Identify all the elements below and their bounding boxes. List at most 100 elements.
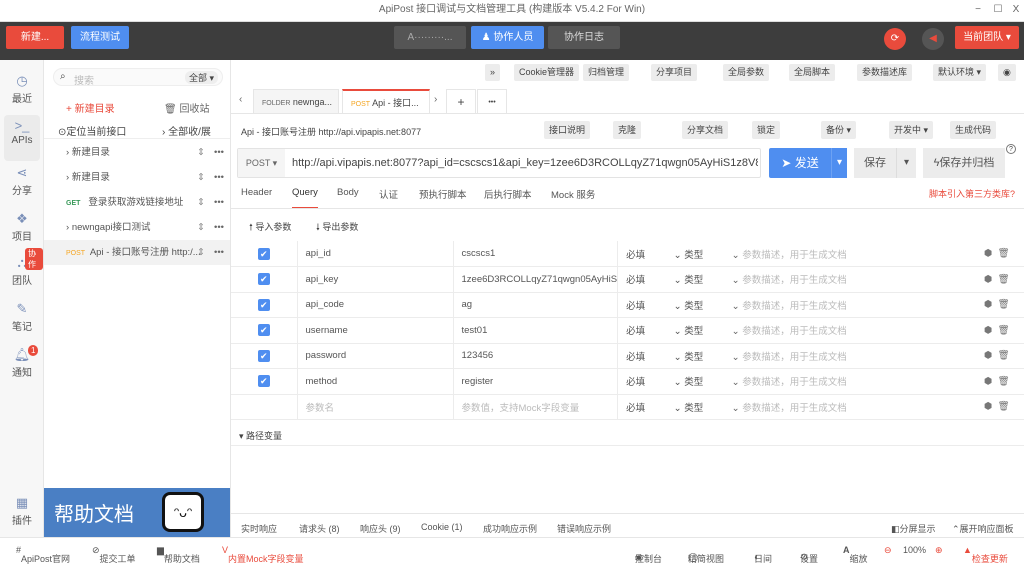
required-select[interactable]: 必填 xyxy=(617,317,674,344)
export-params-button[interactable]: 🠗 导出参数 xyxy=(316,220,358,236)
required-select[interactable]: 必填 xyxy=(617,343,674,369)
more-icon[interactable]: ••• xyxy=(214,165,224,190)
save-archive-button[interactable]: ϟ保存并归档 xyxy=(923,148,1005,178)
split-view-button[interactable]: ◧分屏显示 xyxy=(891,522,936,535)
nav-plugins[interactable]: ▦ 插件 xyxy=(4,492,40,538)
generate-code-button[interactable]: 生成代码 xyxy=(950,121,997,139)
type-select[interactable]: ⌄ 类型 xyxy=(673,317,732,344)
tab-query[interactable]: Query xyxy=(292,187,318,209)
save-button[interactable]: 保存 xyxy=(854,148,896,178)
param-name-input[interactable]: api_id xyxy=(297,241,454,267)
maximize-button[interactable]: ☐ xyxy=(988,0,1008,20)
resp-tab-error-example[interactable]: 错误响应示例 xyxy=(557,522,611,535)
tree-folder[interactable]: › 新建目录 ⇕ ••• xyxy=(44,165,230,190)
tree-folder[interactable]: › newngapi接口测试 ⇕ ••• xyxy=(44,215,230,240)
required-select[interactable]: 必填 xyxy=(617,394,674,420)
param-value-input[interactable]: 1zee6D3RCOLLqyZ71qwgn05AyHiS xyxy=(453,266,619,293)
cookie-manager-button[interactable]: Cookie管理器 xyxy=(514,64,580,81)
trash-icon[interactable]: 🗑︎ xyxy=(998,248,1010,259)
docs-link[interactable]: ▆ 帮助文档 xyxy=(157,545,200,564)
param-name-input[interactable]: api_key xyxy=(297,266,454,293)
import-params-button[interactable]: 🠕 导入参数 xyxy=(249,220,291,236)
param-desc-input[interactable]: ⌄ 参数描述，用于生成文档 xyxy=(731,368,984,395)
flow-test-button[interactable]: 流程测试 xyxy=(71,26,129,49)
add-tab-button[interactable]: + xyxy=(446,89,476,114)
tab-folder[interactable]: FOLDER newnga... xyxy=(253,89,339,114)
resp-tab-live[interactable]: 实时响应 xyxy=(241,522,277,535)
enable-checkbox[interactable]: ✔ xyxy=(257,324,270,337)
third-party-lib-link[interactable]: 脚本引入第三方类库? xyxy=(929,187,1015,200)
lock-button[interactable]: 锁定 xyxy=(752,121,781,139)
trash-icon[interactable]: 🗑︎ xyxy=(998,325,1010,336)
tree-api-active[interactable]: POST Api - 接口账号注册 http:/... ⇕ ••• xyxy=(44,240,230,265)
required-select[interactable]: 必填 xyxy=(617,368,674,395)
ticket-link[interactable]: ⊘ 提交工单 xyxy=(92,545,136,564)
param-name-input[interactable]: method xyxy=(297,368,454,395)
minimize-button[interactable]: − xyxy=(968,0,988,20)
search-input[interactable]: 搜索 xyxy=(74,72,94,87)
type-select[interactable]: ⌄ 类型 xyxy=(673,241,732,267)
param-desc-input[interactable]: ⌄ 参数描述，用于生成文档 xyxy=(731,343,984,369)
param-value-input[interactable]: ag xyxy=(453,292,619,318)
nav-share[interactable]: ⋖ 分享 xyxy=(4,162,40,208)
recycle-bin-button[interactable]: 🗑︎ 回收站 xyxy=(164,100,209,115)
tab-mock[interactable]: Mock 服务 xyxy=(551,187,595,201)
more-icon[interactable]: ••• xyxy=(214,215,224,240)
path-vars-toggle[interactable]: ▾ 路径变量 xyxy=(239,429,282,442)
type-select[interactable]: ⌄ 类型 xyxy=(673,266,732,293)
trash-icon[interactable]: 🗑︎ xyxy=(998,350,1010,361)
method-dropdown[interactable]: POST ▾ xyxy=(238,149,285,177)
send-button[interactable]: ➤ 发送 xyxy=(769,148,831,178)
zoom-in-button[interactable]: ⊕ xyxy=(935,545,943,556)
sort-icon[interactable]: ⇕ xyxy=(197,190,205,215)
tab-more-button[interactable]: ••• xyxy=(477,89,507,114)
resp-tab-success-example[interactable]: 成功响应示例 xyxy=(483,522,537,535)
help-docs-banner[interactable]: 帮助文档 ᵔᴗᵔ xyxy=(44,488,230,537)
trash-icon[interactable]: 🗑︎ xyxy=(998,274,1010,285)
sync-icon[interactable]: ⟳ xyxy=(884,28,906,50)
enable-checkbox[interactable]: ✔ xyxy=(257,298,270,311)
tab-next[interactable]: › xyxy=(434,94,437,105)
megaphone-icon[interactable]: ◀ xyxy=(922,28,944,50)
sort-icon[interactable]: ⇕ xyxy=(197,215,205,240)
param-name-input[interactable]: password xyxy=(297,343,454,369)
website-link[interactable]: # ApiPost官网 xyxy=(16,545,70,564)
clone-button[interactable]: 克隆 xyxy=(613,121,642,139)
collapse-all-button[interactable]: › 全部收/展 xyxy=(162,123,211,138)
archive-manager-button[interactable]: 归档管理 xyxy=(583,64,630,81)
url-input[interactable]: http://api.vipapis.net:8077?api_id=cscsc… xyxy=(292,149,758,177)
enable-checkbox[interactable]: ✔ xyxy=(257,247,270,260)
share-doc-button[interactable]: 分享文档 xyxy=(682,121,729,139)
cube-icon[interactable]: ⬢ xyxy=(984,274,992,285)
save-dropdown[interactable]: ▾ xyxy=(896,148,916,178)
param-value-input[interactable]: 123456 xyxy=(453,343,619,369)
global-params-button[interactable]: 全局参数 xyxy=(723,64,770,81)
cube-icon[interactable]: ⬢ xyxy=(984,376,992,387)
new-folder-button[interactable]: + 新建目录 xyxy=(66,100,115,115)
expand-response-button[interactable]: ⌃展开响应面板 xyxy=(952,522,1014,535)
tab-post-script[interactable]: 后执行脚本 xyxy=(484,187,532,201)
sort-icon[interactable]: ⇕ xyxy=(197,140,205,165)
send-dropdown[interactable]: ▾ xyxy=(831,148,847,178)
param-desc-lib-button[interactable]: 参数描述库 xyxy=(857,64,913,81)
more-icon[interactable]: ••• xyxy=(214,240,224,265)
environment-dropdown[interactable]: 默认环境 ▾ xyxy=(933,64,987,81)
locate-button[interactable]: ⊙定位当前接口 xyxy=(58,123,126,138)
tree-api[interactable]: GET 登录获取游戏链接地址 ⇕ ••• xyxy=(44,190,230,215)
mock-vars-link[interactable]: V 内置Mock字段变量 xyxy=(222,545,304,564)
resp-tab-cookie[interactable]: Cookie (1) xyxy=(421,522,463,532)
param-name-input[interactable]: username xyxy=(297,317,454,344)
search-box[interactable]: ⌕ 搜索 全部 ▾ xyxy=(53,68,223,87)
tab-auth[interactable]: 认证 xyxy=(379,187,398,201)
param-value-input[interactable]: test01 xyxy=(453,317,619,344)
api-doc-button[interactable]: 接口说明 xyxy=(544,121,591,139)
trash-icon[interactable]: 🗑︎ xyxy=(998,299,1010,310)
type-select[interactable]: ⌄ 类型 xyxy=(673,343,732,369)
new-button[interactable]: 新建... xyxy=(6,26,64,49)
trash-icon[interactable]: 🗑︎ xyxy=(998,376,1010,387)
cube-icon[interactable]: ⬢ xyxy=(984,401,992,412)
help-icon[interactable]: ? xyxy=(1006,144,1016,154)
enable-checkbox[interactable]: ✔ xyxy=(257,349,270,362)
resp-tab-resp-headers[interactable]: 响应头 (9) xyxy=(360,522,401,535)
param-name-input[interactable]: api_code xyxy=(297,292,454,318)
